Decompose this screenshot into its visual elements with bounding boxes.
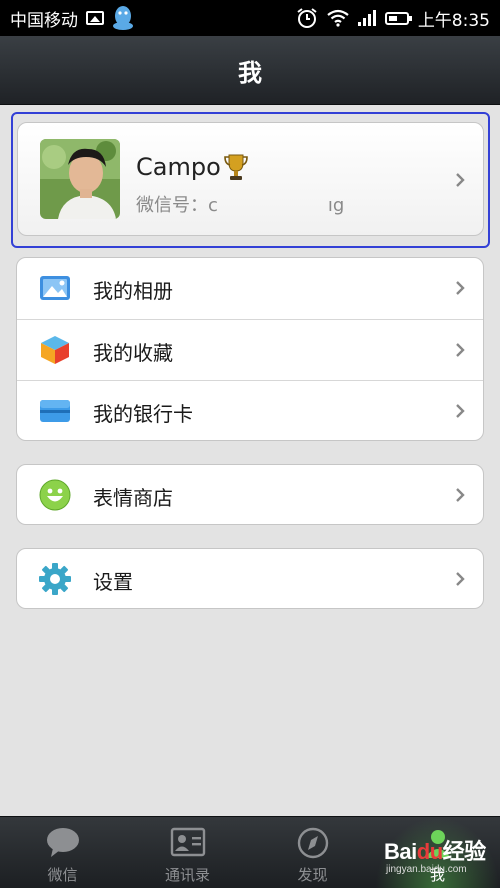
profile-name-row: Campo bbox=[136, 153, 249, 181]
title-bar: 我 bbox=[0, 36, 500, 105]
profile-name: Campo bbox=[136, 153, 221, 181]
signal-strength-icon bbox=[357, 10, 376, 26]
watermark-url: jingyan.baidu.com bbox=[386, 864, 467, 875]
wifi-icon bbox=[327, 9, 349, 27]
avatar-photo bbox=[40, 139, 120, 219]
qq-penguin-icon bbox=[113, 6, 133, 30]
chevron-right-icon bbox=[456, 404, 465, 418]
tab-chats[interactable]: 微信 bbox=[0, 817, 125, 888]
screen: 中国移动 上午8:35 我 Campo 微信号：c ıg 我的相册 我的收藏 我… bbox=[0, 0, 500, 888]
menu-item-favorites[interactable]: 我的收藏 bbox=[17, 320, 483, 380]
profile-card[interactable]: Campo 微信号：c ıg bbox=[17, 122, 484, 236]
contact-card-icon bbox=[170, 827, 205, 857]
tab-label: 发现 bbox=[297, 866, 328, 884]
menu-item-settings[interactable]: 设置 bbox=[17, 549, 483, 609]
tab-contacts[interactable]: 通讯录 bbox=[125, 817, 250, 888]
menu-group-stickers: 表情商店 bbox=[16, 464, 484, 525]
menu-item-bank-card[interactable]: 我的银行卡 bbox=[17, 381, 483, 441]
wechat-id-prefix: 微信号：c bbox=[136, 195, 218, 216]
wechat-id-suffix: ıg bbox=[327, 195, 345, 216]
status-bar: 中国移动 上午8:35 bbox=[0, 0, 500, 36]
menu-item-album[interactable]: 我的相册 bbox=[17, 258, 483, 318]
chevron-right-icon bbox=[456, 281, 465, 295]
tab-label: 通讯录 bbox=[164, 866, 210, 884]
watermark-logo-du: du bbox=[416, 839, 443, 864]
favorites-cube-icon bbox=[41, 336, 69, 364]
baidu-jingyan-watermark: Baidu经验 jingyan.baidu.com bbox=[384, 832, 494, 882]
battery-icon bbox=[384, 11, 412, 25]
menu-item-label: 设置 bbox=[93, 570, 133, 594]
tab-discover[interactable]: 发现 bbox=[250, 817, 375, 888]
menu-item-label: 我的收藏 bbox=[93, 341, 173, 365]
watermark-logo-suffix: 经验 bbox=[442, 839, 487, 864]
tab-label: 微信 bbox=[47, 866, 78, 884]
menu-item-label: 我的银行卡 bbox=[93, 402, 193, 426]
watermark-logo-prefix: Bai bbox=[384, 839, 417, 864]
menu-group-settings: 设置 bbox=[16, 548, 484, 609]
page-title: 我 bbox=[238, 58, 262, 87]
menu-item-label: 表情商店 bbox=[93, 486, 173, 510]
wechat-id: 微信号：c ıg bbox=[136, 191, 344, 217]
chevron-right-icon bbox=[456, 173, 465, 187]
watermark-logo: Baidu经验 bbox=[384, 834, 486, 866]
chat-bubble-icon bbox=[46, 828, 79, 857]
menu-group-personal: 我的相册 我的收藏 我的银行卡 bbox=[16, 257, 484, 441]
smiley-icon bbox=[39, 479, 71, 511]
chevron-right-icon bbox=[456, 343, 465, 357]
chevron-right-icon bbox=[456, 488, 465, 502]
avatar bbox=[40, 139, 120, 219]
carrier-label: 中国移动 bbox=[10, 10, 78, 31]
menu-item-sticker-store[interactable]: 表情商店 bbox=[17, 465, 483, 525]
trophy-icon bbox=[223, 154, 248, 180]
photo-album-icon bbox=[40, 276, 70, 300]
settings-gear-icon bbox=[39, 563, 71, 595]
menu-item-label: 我的相册 bbox=[93, 279, 173, 303]
alarm-clock-icon bbox=[297, 8, 317, 28]
compass-icon bbox=[297, 827, 328, 859]
image-notification-icon bbox=[86, 11, 104, 25]
chevron-right-icon bbox=[456, 572, 465, 586]
clock-time: 上午8:35 bbox=[417, 10, 490, 31]
bank-card-icon bbox=[40, 400, 70, 422]
